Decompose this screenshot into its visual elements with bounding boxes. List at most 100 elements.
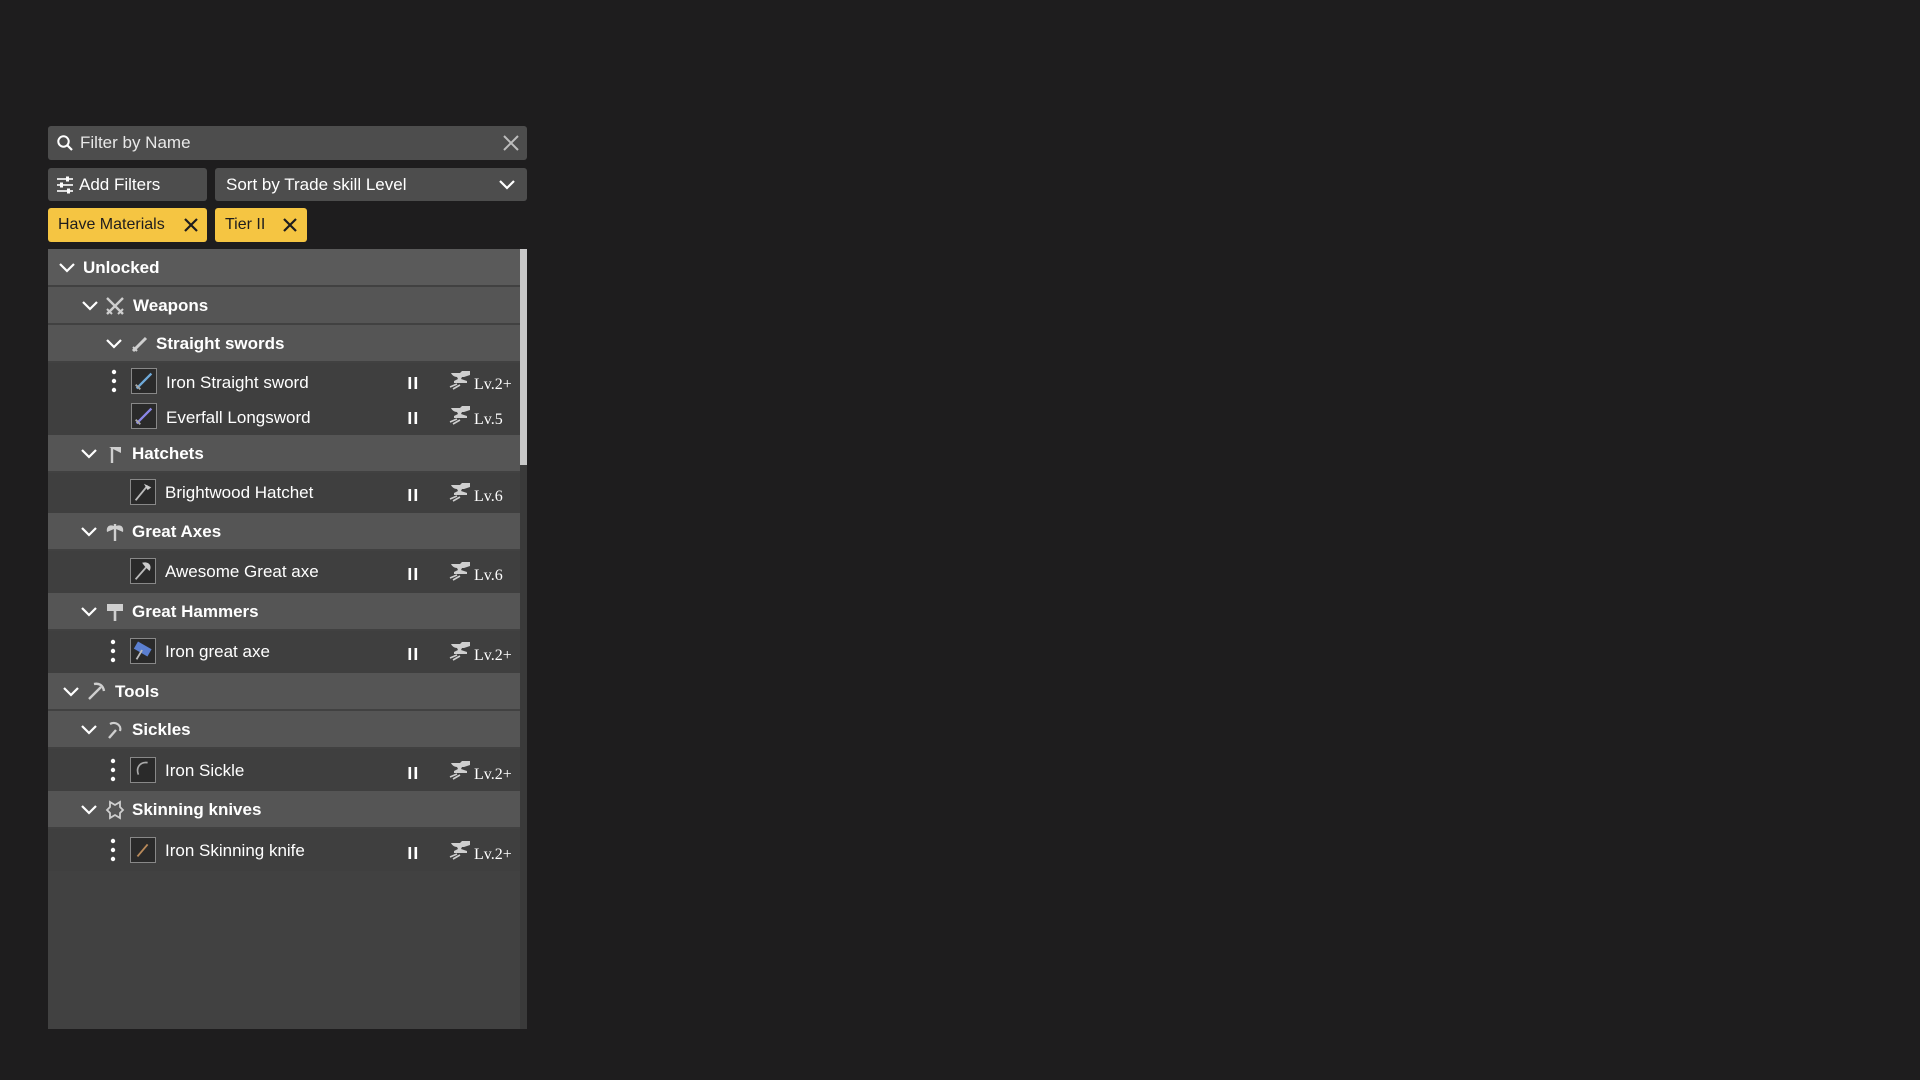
recipe-name: Awesome Great axe xyxy=(165,562,319,581)
tier-ii-icon xyxy=(407,488,419,502)
recipe-row-everfall-longsword[interactable]: Everfall Longsword Lv.5 xyxy=(48,399,520,435)
required-level: Lv.2+ xyxy=(474,376,512,393)
add-filters-label: Add Filters xyxy=(79,175,161,194)
sort-label: Sort by Trade skill Level xyxy=(226,175,407,194)
sickle-icon xyxy=(108,721,122,739)
scrollbar-thumb[interactable] xyxy=(520,249,527,465)
recipe-tree: Unlocked Weapons Straight swords Iron St… xyxy=(48,249,527,1029)
anvil-icon xyxy=(448,839,474,861)
more-options-icon[interactable] xyxy=(111,369,117,393)
required-level: Lv.2+ xyxy=(474,647,512,664)
search-input[interactable] xyxy=(80,126,480,160)
tier-ii-icon xyxy=(407,766,419,780)
anvil-icon xyxy=(448,481,474,503)
required-level: Lv.5 xyxy=(474,411,503,428)
skinning-knife-icon xyxy=(105,800,125,820)
sword-icon xyxy=(131,336,148,353)
item-thumbnail xyxy=(131,368,157,394)
recipe-name: Iron Sickle xyxy=(165,761,245,780)
tier-ii-icon xyxy=(407,376,419,390)
chevron-down-icon xyxy=(80,603,98,621)
more-options-icon[interactable] xyxy=(110,639,116,663)
chevron-down-icon xyxy=(80,445,98,463)
scrollbar-track[interactable] xyxy=(520,249,527,1029)
search-bar xyxy=(48,126,527,160)
group-label: Weapons xyxy=(133,296,209,315)
recipe-name: Iron Skinning knife xyxy=(165,841,305,860)
tree-category-great-hammers[interactable]: Great Hammers xyxy=(48,593,520,631)
chevron-down-icon xyxy=(80,801,98,819)
tier-ii-icon xyxy=(407,567,419,581)
anvil-icon xyxy=(448,640,474,662)
chip-label: Have Materials xyxy=(58,216,165,233)
required-level: Lv.6 xyxy=(474,567,503,584)
recipe-row-iron-skinning-knife[interactable]: Iron Skinning knife Lv.2+ xyxy=(48,829,520,871)
hatchet-icon xyxy=(109,447,121,463)
anvil-icon xyxy=(448,369,474,391)
tier-ii-icon xyxy=(407,846,419,860)
pickaxe-icon xyxy=(88,682,106,700)
tree-section-unlocked[interactable]: Unlocked xyxy=(48,249,520,287)
chevron-down-icon xyxy=(498,176,516,194)
great-axe-icon xyxy=(106,524,124,541)
chip-have-materials: Have Materials xyxy=(48,208,207,242)
item-thumbnail xyxy=(130,558,156,584)
required-level: Lv.2+ xyxy=(474,766,512,783)
tier-ii-icon xyxy=(407,647,419,661)
required-level: Lv.2+ xyxy=(474,846,512,863)
tree-category-skinning-knives[interactable]: Skinning knives xyxy=(48,791,520,829)
remove-chip-icon[interactable] xyxy=(282,217,298,233)
chevron-down-icon xyxy=(58,259,76,277)
tier-ii-icon xyxy=(407,411,419,425)
tree-group-tools[interactable]: Tools xyxy=(48,673,520,711)
chevron-down-icon xyxy=(105,335,123,353)
section-label: Unlocked xyxy=(83,258,160,277)
chevron-down-icon xyxy=(81,297,99,315)
tree-group-weapons[interactable]: Weapons xyxy=(48,287,520,325)
chevron-down-icon xyxy=(80,721,98,739)
item-thumbnail xyxy=(130,757,156,783)
anvil-icon xyxy=(448,759,474,781)
recipe-row-iron-sickle[interactable]: Iron Sickle Lv.2+ xyxy=(48,749,520,791)
recipe-row-brightwood-hatchet[interactable]: Brightwood Hatchet Lv.6 xyxy=(48,473,520,513)
anvil-icon xyxy=(448,560,474,582)
anvil-icon xyxy=(448,404,474,426)
add-filters-button[interactable]: Add Filters xyxy=(48,168,207,201)
tree-category-sickles[interactable]: Sickles xyxy=(48,711,520,749)
category-label: Sickles xyxy=(132,720,191,739)
more-options-icon[interactable] xyxy=(110,838,116,862)
required-level: Lv.6 xyxy=(474,488,503,505)
item-thumbnail xyxy=(130,479,156,505)
recipe-name: Brightwood Hatchet xyxy=(165,483,314,502)
chip-tier-ii: Tier II xyxy=(215,208,307,242)
recipe-row-iron-straight-sword[interactable]: Iron Straight sword Lv.2+ xyxy=(48,363,520,399)
crossed-swords-icon xyxy=(106,297,124,315)
search-icon xyxy=(57,135,73,151)
category-label: Straight swords xyxy=(156,334,285,353)
category-label: Great Hammers xyxy=(132,602,259,621)
category-label: Skinning knives xyxy=(132,800,262,819)
tree-category-hatchets[interactable]: Hatchets xyxy=(48,435,520,473)
recipe-name: Iron Straight sword xyxy=(166,373,309,392)
tree-category-straight-swords[interactable]: Straight swords xyxy=(48,325,520,363)
category-label: Hatchets xyxy=(132,444,204,463)
group-label: Tools xyxy=(115,682,160,701)
category-label: Great Axes xyxy=(132,522,222,541)
recipe-name: Iron great axe xyxy=(165,642,270,661)
chip-label: Tier II xyxy=(225,216,266,233)
recipe-row-awesome-great-axe[interactable]: Awesome Great axe Lv.6 xyxy=(48,551,520,593)
recipe-name: Everfall Longsword xyxy=(166,408,311,427)
remove-chip-icon[interactable] xyxy=(183,217,199,233)
chevron-down-icon xyxy=(62,683,80,701)
filter-sliders-icon xyxy=(57,176,73,194)
clear-search-icon[interactable] xyxy=(501,133,521,153)
item-thumbnail xyxy=(130,837,156,863)
item-thumbnail xyxy=(130,638,156,664)
tree-category-great-axes[interactable]: Great Axes xyxy=(48,513,520,551)
item-thumbnail xyxy=(131,403,157,429)
chevron-down-icon xyxy=(80,523,98,541)
recipe-row-iron-great-axe[interactable]: Iron great axe Lv.2+ xyxy=(48,631,520,673)
sort-dropdown[interactable]: Sort by Trade skill Level xyxy=(215,168,527,201)
more-options-icon[interactable] xyxy=(110,758,116,782)
hammer-icon xyxy=(107,604,123,621)
